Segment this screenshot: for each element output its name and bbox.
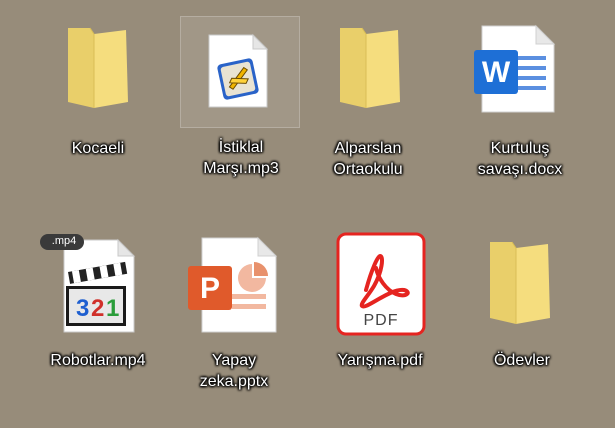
svg-text:P: P bbox=[200, 272, 220, 305]
file-extension-badge: .mp4 bbox=[51, 235, 77, 247]
desktop-item-kocaeli[interactable]: Kocaeli bbox=[38, 8, 158, 208]
icon-label: Robotlar.mp4 bbox=[50, 352, 146, 369]
folder-icon bbox=[462, 228, 582, 338]
powerpoint-document-icon: P bbox=[174, 228, 294, 338]
desktop-item-yapay-zeka[interactable]: P Yapay zeka.pptx bbox=[174, 228, 294, 428]
svg-text:1: 1 bbox=[106, 295, 119, 322]
svg-text:2: 2 bbox=[91, 295, 104, 322]
folder-icon bbox=[38, 8, 158, 118]
icon-label: İstiklal Marşı.mp3 bbox=[203, 139, 279, 177]
desktop: Kocaeli İstiklal Marşı.mp3 Alparslan Ort… bbox=[0, 0, 615, 418]
desktop-item-kurtulus-savasi[interactable]: W Kurtuluş savaşı.docx bbox=[460, 8, 580, 208]
desktop-item-alparslan-ortaokulu[interactable]: Alparslan Ortaokulu bbox=[308, 8, 428, 208]
video-file-icon: 3 2 1 .mp4 bbox=[38, 228, 158, 338]
svg-text:W: W bbox=[482, 56, 511, 89]
pdf-label: PDF bbox=[363, 312, 399, 329]
icon-label: Yapay zeka.pptx bbox=[199, 352, 269, 390]
word-document-icon: W bbox=[460, 8, 580, 118]
svg-text:3: 3 bbox=[76, 295, 89, 322]
icon-label: Kocaeli bbox=[71, 140, 125, 157]
desktop-item-odevler[interactable]: Ödevler bbox=[462, 228, 582, 428]
desktop-item-istiklal-marsi[interactable]: İstiklal Marşı.mp3 bbox=[180, 16, 301, 177]
desktop-item-robotlar[interactable]: 3 2 1 .mp4 Robotlar.mp4 bbox=[38, 228, 158, 428]
pdf-document-icon: PDF bbox=[320, 228, 440, 338]
icon-label: Ödevler bbox=[493, 352, 551, 369]
icon-label: Kurtuluş savaşı.docx bbox=[477, 140, 563, 178]
winamp-audio-file-icon bbox=[181, 17, 301, 127]
icon-label: Yarışma.pdf bbox=[337, 352, 423, 369]
folder-icon bbox=[308, 8, 428, 118]
icon-label: Alparslan Ortaokulu bbox=[333, 140, 403, 178]
desktop-item-yarisma[interactable]: PDF Yarışma.pdf bbox=[320, 228, 440, 428]
